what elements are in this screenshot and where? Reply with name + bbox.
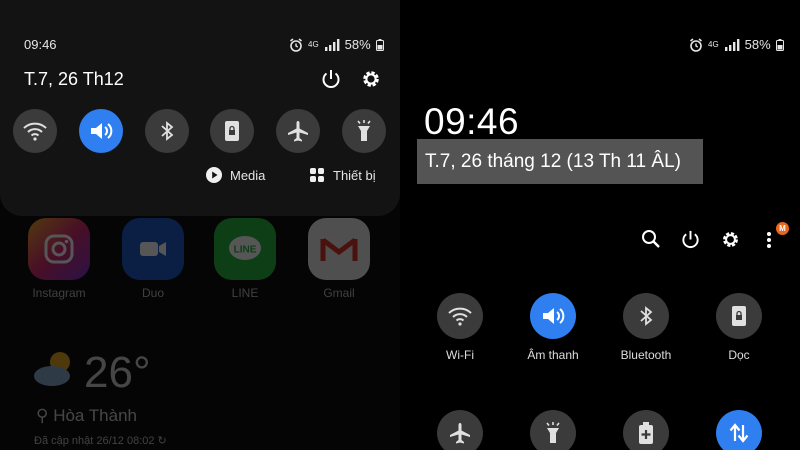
devices-label: Thiết bị (333, 167, 376, 183)
play-icon (206, 167, 222, 183)
app-instagram[interactable]: Instagram (24, 218, 94, 300)
svg-text:LINE: LINE (234, 245, 257, 256)
portrait-lock-icon (225, 121, 239, 141)
bluetooth-icon (640, 306, 653, 326)
devices-button[interactable]: Thiết bị (309, 167, 376, 183)
speaker-icon (543, 308, 565, 324)
settings-gear-icon[interactable] (360, 68, 382, 90)
right-phone-screen: 4G 58% 09:46 T.7, 26 tháng 12 (13 Th 11 … (400, 0, 800, 450)
wifi-toggle[interactable] (13, 109, 57, 153)
power-saving-toggle[interactable] (623, 410, 669, 450)
app-gmail[interactable]: Gmail (304, 218, 374, 300)
wifi-label: Wi-Fi (446, 348, 474, 362)
wifi-icon (23, 122, 47, 141)
power-icon[interactable] (680, 229, 701, 250)
airplane-icon (288, 121, 308, 142)
airplane-icon (450, 423, 470, 444)
app-label: LINE (231, 286, 259, 300)
portrait-label: Dọc (728, 348, 750, 362)
media-button[interactable]: Media (206, 167, 265, 183)
alarm-icon (690, 37, 702, 52)
status-icons: 4G 58% (289, 37, 384, 52)
bluetooth-label: Bluetooth (620, 348, 672, 362)
wifi-toggle[interactable] (437, 293, 483, 339)
gmail-icon (308, 218, 370, 280)
signal-icon (324, 38, 340, 51)
data-transfer-icon (729, 423, 749, 443)
settings-gear-icon[interactable] (720, 229, 741, 250)
sound-toggle[interactable] (530, 293, 576, 339)
video-camera-icon (122, 218, 184, 280)
app-label: Gmail (323, 286, 355, 300)
airplane-toggle[interactable] (437, 410, 483, 450)
network-type: 4G (708, 39, 719, 49)
portrait-lock-icon (732, 306, 746, 326)
network-type: 4G (308, 39, 319, 49)
app-line[interactable]: LINE LINE (210, 218, 280, 300)
battery-percent: 58% (344, 37, 371, 52)
line-icon: LINE (214, 218, 276, 280)
app-duo[interactable]: Duo (118, 218, 188, 300)
left-phone-screen: Instagram Duo LINE LINE Gmail 26° ⚲ Hòa … (0, 0, 400, 450)
more-options-icon[interactable] (766, 230, 772, 250)
date-highlighted[interactable]: T.7, 26 tháng 12 (13 Th 11 ÂL) (417, 139, 703, 184)
bluetooth-toggle[interactable] (145, 109, 189, 153)
devices-grid-icon (310, 168, 324, 182)
flashlight-icon (546, 422, 560, 443)
quick-panel: 09:46 4G 58% T.7, 26 Th12 Media Thiết bị (0, 0, 400, 216)
weather-temperature: 26° (84, 348, 151, 397)
weather-location: ⚲ Hòa Thành (36, 406, 137, 425)
battery-icon (375, 38, 384, 51)
battery-percent: 58% (744, 37, 771, 52)
bluetooth-toggle[interactable] (623, 293, 669, 339)
flashlight-icon (357, 120, 371, 141)
status-time: 09:46 (24, 37, 57, 52)
signal-icon (724, 38, 740, 51)
flashlight-toggle[interactable] (530, 410, 576, 450)
instagram-icon (28, 218, 90, 280)
media-label: Media (230, 167, 266, 183)
app-label: Instagram (32, 286, 86, 300)
battery-saver-icon (639, 422, 653, 444)
date-text: T.7, 26 tháng 12 (13 Th 11 ÂL) (425, 150, 681, 172)
app-label: Duo (141, 286, 164, 300)
sound-label: Âm thanh (527, 348, 579, 362)
flashlight-toggle[interactable] (342, 109, 386, 153)
panel-date: T.7, 26 Th12 (24, 69, 124, 89)
airplane-toggle[interactable] (276, 109, 320, 153)
weather-widget[interactable]: 26° ⚲ Hòa Thành Đã cập nhật 26/12 08:02 … (30, 348, 167, 447)
rotation-lock-toggle[interactable] (210, 109, 254, 153)
weather-updated: Đã cập nhật 26/12 08:02 ↻ (34, 435, 167, 447)
partly-cloudy-icon (34, 352, 70, 386)
battery-icon (775, 38, 784, 51)
clock-time: 09:46 (424, 101, 520, 142)
alarm-icon (290, 37, 302, 52)
speaker-icon (91, 123, 113, 139)
location-pin-icon: ⚲ (36, 406, 54, 425)
status-icons: 4G 58% (689, 37, 784, 52)
mobile-data-toggle[interactable] (716, 410, 762, 450)
rotation-lock-toggle[interactable] (716, 293, 762, 339)
refresh-icon[interactable]: ↻ (158, 435, 167, 447)
bluetooth-icon (161, 121, 174, 141)
wifi-icon (448, 307, 472, 326)
search-icon[interactable] (641, 229, 661, 249)
notification-badge: M (776, 222, 789, 235)
sound-toggle[interactable] (79, 109, 123, 153)
power-icon[interactable] (320, 68, 342, 90)
